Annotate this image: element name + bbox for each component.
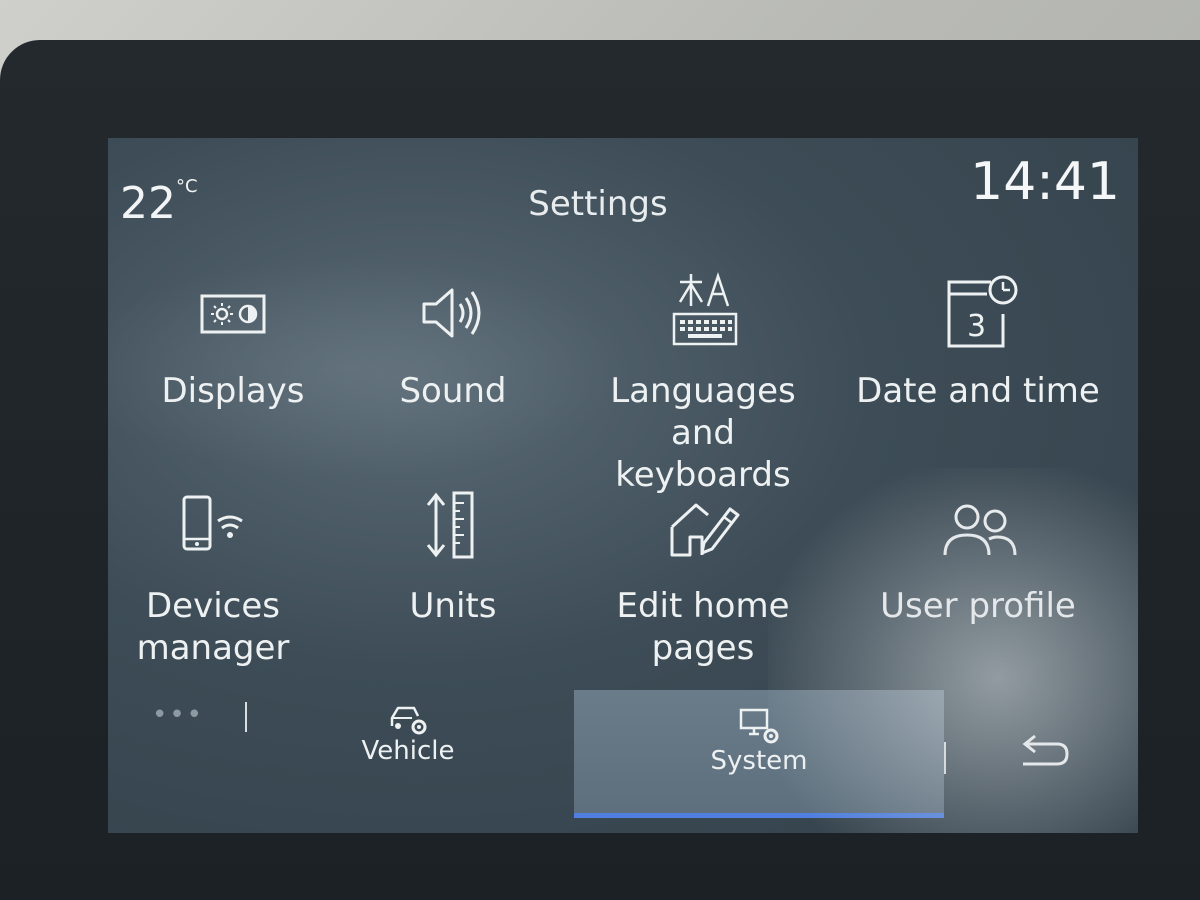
calendar-clock-icon: 3 — [947, 275, 1018, 348]
tile-devices-manager[interactable]: Devices manager — [108, 483, 338, 669]
tile-label: Displays — [161, 371, 305, 411]
tile-user-profile[interactable]: User profile — [848, 483, 1108, 627]
speaker-icon — [422, 288, 481, 338]
tile-label: Units — [409, 586, 497, 626]
monitor-gear-icon — [739, 708, 779, 744]
back-arrow-icon — [1022, 734, 1069, 766]
tile-languages-keyboards[interactable]: Languages and keyboards — [578, 268, 828, 496]
tile-label: Edit home pages — [616, 586, 790, 668]
tab-label: System — [710, 746, 808, 776]
tab-separator — [944, 742, 946, 774]
clock: 14:41 — [970, 152, 1120, 212]
svg-text:3: 3 — [967, 309, 986, 344]
users-icon — [943, 504, 1017, 556]
phone-wifi-icon — [182, 495, 243, 551]
tile-units[interactable]: Units — [328, 483, 578, 627]
tab-system[interactable]: System — [574, 690, 944, 818]
tile-label: Date and time — [856, 371, 1100, 411]
tile-edit-home-pages[interactable]: Edit home pages — [578, 483, 828, 669]
page-title: Settings — [528, 184, 668, 224]
home-edit-icon — [670, 503, 740, 557]
tile-sound[interactable]: Sound — [328, 268, 578, 412]
back-button[interactable] — [988, 730, 1098, 800]
display-brightness-icon — [200, 294, 266, 334]
language-keyboard-icon — [672, 272, 738, 346]
infotainment-screen: 22 °C Settings 14:41 Displays Sound Lang… — [108, 138, 1138, 833]
tile-label: Devices manager — [136, 586, 290, 668]
car-gear-icon — [390, 706, 427, 735]
active-tab-indicator — [574, 813, 944, 818]
settings-grid: Displays Sound Languages and keyboards 3… — [108, 248, 1138, 698]
more-indicator[interactable]: ••• — [152, 700, 204, 730]
bottom-tab-bar: ••• Vehicle System — [108, 690, 1138, 833]
tab-vehicle[interactable]: Vehicle — [338, 702, 478, 772]
tile-label: Sound — [399, 371, 507, 411]
tab-separator — [245, 702, 247, 732]
ruler-arrows-icon — [426, 491, 474, 559]
tile-label: Languages and keyboards — [610, 371, 796, 495]
photo-background: 22 °C Settings 14:41 Displays Sound Lang… — [0, 0, 1200, 900]
tile-label: User profile — [880, 586, 1076, 626]
tile-displays[interactable]: Displays — [108, 268, 358, 412]
tile-date-time[interactable]: 3 Date and time — [848, 268, 1108, 412]
tab-label: Vehicle — [361, 736, 455, 766]
